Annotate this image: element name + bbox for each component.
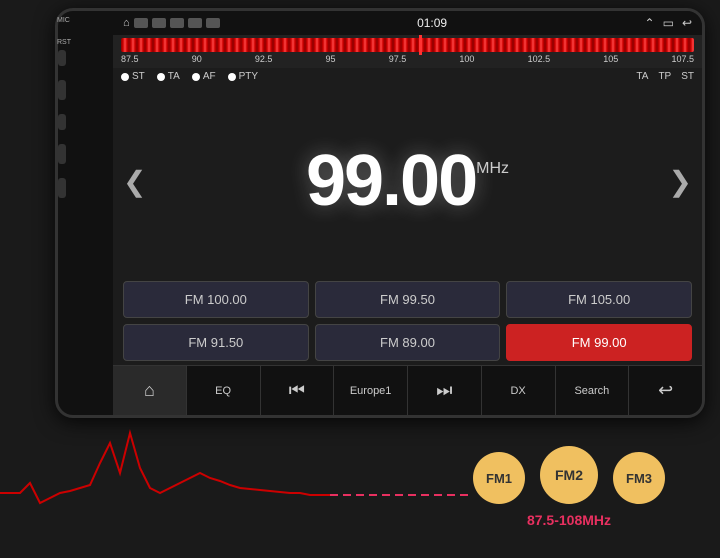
preset-btn-4[interactable]: FM 89.00 xyxy=(315,324,501,361)
preset-btn-1[interactable]: FM 99.50 xyxy=(315,281,501,318)
fm1-badge[interactable]: FM1 xyxy=(473,452,525,504)
status-icon-4 xyxy=(188,18,202,28)
indicator-dot-pty xyxy=(228,73,236,81)
device-shell: ⌂ 01:09 ⌃ ▭ ↩ 87.5 90 92.5 xyxy=(55,8,705,418)
indicator-dot-af xyxy=(192,73,200,81)
toolbar-search-button[interactable]: Search xyxy=(556,366,630,415)
indicator-dot-ta xyxy=(157,73,165,81)
indicator-st-right: ST xyxy=(681,71,694,82)
scale-107.5: 107.5 xyxy=(671,54,694,64)
status-icons: ⌂ xyxy=(123,17,220,29)
back-side-button[interactable] xyxy=(58,114,66,130)
nav-prev-button[interactable]: ❮ xyxy=(123,165,146,198)
vol-up-button[interactable] xyxy=(58,144,66,164)
status-right: ⌃ ▭ ↩ xyxy=(645,16,692,30)
fm-freq-range: 87.5-108MHz xyxy=(527,512,611,528)
freq-scale: 87.5 90 92.5 95 97.5 100 102.5 105 107.5 xyxy=(121,52,694,66)
window-icon: ▭ xyxy=(663,16,674,30)
eq-label: EQ xyxy=(215,385,231,397)
toolbar-back-button[interactable]: ↩ xyxy=(629,366,702,415)
toolbar-dx-button[interactable]: DX xyxy=(482,366,556,415)
indicator-ta[interactable]: TA xyxy=(157,71,180,82)
next-icon: ⏭ xyxy=(436,380,452,401)
preset-btn-0[interactable]: FM 100.00 xyxy=(123,281,309,318)
scale-97.5: 97.5 xyxy=(389,54,407,64)
freq-display: ❮ 99.00 MHz ❯ xyxy=(113,85,702,277)
indicator-af[interactable]: AF xyxy=(192,71,216,82)
vol-down-button[interactable] xyxy=(58,178,66,198)
presets-grid: FM 100.00 FM 99.50 FM 105.00 FM 91.50 FM… xyxy=(113,277,702,365)
waveform-svg xyxy=(0,413,470,533)
freq-marker xyxy=(419,35,422,55)
expand-icon: ⌃ xyxy=(645,16,655,30)
search-label: Search xyxy=(574,385,609,397)
status-icon-1 xyxy=(134,18,148,28)
physical-buttons xyxy=(58,50,66,198)
fm-badges-row: FM1 FM2 FM3 xyxy=(473,446,665,504)
scale-95: 95 xyxy=(326,54,336,64)
scale-105: 105 xyxy=(603,54,618,64)
toolbar-station-button[interactable]: Europe1 xyxy=(334,366,408,415)
status-icon-5 xyxy=(206,18,220,28)
scale-92.5: 92.5 xyxy=(255,54,273,64)
screen: ⌂ 01:09 ⌃ ▭ ↩ 87.5 90 92.5 xyxy=(113,11,702,415)
indicator-pty[interactable]: PTY xyxy=(228,71,258,82)
freq-bar-container: 87.5 90 92.5 95 97.5 100 102.5 105 107.5 xyxy=(113,35,702,68)
status-icon-3 xyxy=(170,18,184,28)
scale-102.5: 102.5 xyxy=(528,54,551,64)
status-bar: ⌂ 01:09 ⌃ ▭ ↩ xyxy=(113,11,702,35)
dx-label: DX xyxy=(510,385,525,397)
indicator-right-group: TA TP ST xyxy=(636,71,694,82)
indicator-tp-right: TP xyxy=(658,71,671,82)
preset-btn-5[interactable]: FM 99.00 xyxy=(506,324,692,361)
fm2-badge[interactable]: FM2 xyxy=(540,446,598,504)
toolbar-prev-button[interactable]: ⏮ xyxy=(261,366,335,415)
toolbar-eq-button[interactable]: EQ xyxy=(187,366,261,415)
radio-indicators: ST TA AF PTY TA TP ST xyxy=(113,68,702,85)
toolbar-next-button[interactable]: ⏭ xyxy=(408,366,482,415)
frequency-unit: MHz xyxy=(476,160,509,178)
indicator-ta-right: TA xyxy=(636,71,648,82)
scale-90: 90 xyxy=(192,54,202,64)
status-time: 01:09 xyxy=(417,16,447,30)
prev-icon: ⏮ xyxy=(289,380,305,401)
back-arrow-icon: ↩ xyxy=(658,380,673,401)
toolbar-home-button[interactable]: ⌂ xyxy=(113,366,187,415)
scale-87.5: 87.5 xyxy=(121,54,139,64)
bottom-toolbar: ⌂ EQ ⏮ Europe1 ⏭ DX Search ↩ xyxy=(113,365,702,415)
mic-label: MIC xyxy=(57,17,70,24)
frequency-display: 99.00 xyxy=(306,140,476,222)
home-icon: ⌂ xyxy=(144,380,155,401)
power-button[interactable] xyxy=(58,50,66,66)
back-icon: ↩ xyxy=(682,16,692,30)
scale-100: 100 xyxy=(459,54,474,64)
freq-bar[interactable] xyxy=(121,38,694,52)
indicator-dot-st xyxy=(121,73,129,81)
indicator-st[interactable]: ST xyxy=(121,71,145,82)
fm-badges-container: FM1 FM2 FM3 87.5-108MHz xyxy=(473,446,665,528)
nav-next-button[interactable]: ❯ xyxy=(669,165,692,198)
preset-btn-3[interactable]: FM 91.50 xyxy=(123,324,309,361)
rst-label: RST xyxy=(57,39,71,46)
station-label: Europe1 xyxy=(350,385,392,397)
status-icon-2 xyxy=(152,18,166,28)
preset-btn-2[interactable]: FM 105.00 xyxy=(506,281,692,318)
fm3-badge[interactable]: FM3 xyxy=(613,452,665,504)
home-side-button[interactable] xyxy=(58,80,66,100)
